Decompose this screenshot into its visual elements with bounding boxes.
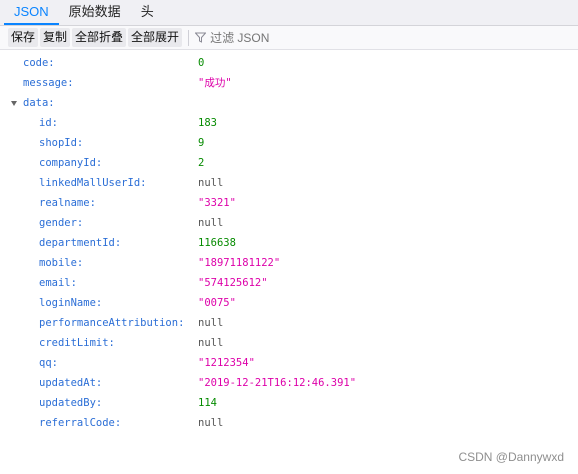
json-value: 183 xyxy=(198,117,217,129)
copy-button[interactable]: 复制 xyxy=(40,28,71,47)
json-value: null xyxy=(198,317,224,329)
json-row: message: "成功" xyxy=(0,73,578,93)
json-value: "18971181122" xyxy=(198,257,281,269)
save-button[interactable]: 保存 xyxy=(8,28,39,47)
json-row: gender: null xyxy=(0,213,578,233)
json-value: "0075" xyxy=(198,297,236,309)
json-row: companyId: 2 xyxy=(0,153,578,173)
json-value: "3321" xyxy=(198,197,236,209)
json-value: null xyxy=(198,217,224,229)
json-key: companyId: xyxy=(39,157,103,169)
json-value: "2019-12-21T16:12:46.391" xyxy=(198,377,357,389)
json-key: updatedAt: xyxy=(39,377,103,389)
collapse-toggle-icon[interactable] xyxy=(11,101,17,106)
json-row: updatedBy: 114 xyxy=(0,393,578,413)
json-value: "1212354" xyxy=(198,357,255,369)
json-value: 9 xyxy=(198,137,205,149)
toolbar: 保存 复制 全部折叠 全部展开 xyxy=(0,26,578,50)
json-row: id: 183 xyxy=(0,113,578,133)
json-key: realname: xyxy=(39,197,96,209)
json-key: mobile: xyxy=(39,257,84,269)
viewer-tabs: JSON 原始数据 头 xyxy=(0,0,578,26)
expand-all-button[interactable]: 全部展开 xyxy=(128,28,183,47)
tab-raw-data[interactable]: 原始数据 xyxy=(59,1,131,25)
json-key: shopId: xyxy=(39,137,84,149)
json-value: null xyxy=(198,337,224,349)
json-key: qq: xyxy=(39,357,58,369)
json-row: linkedMallUserId: null xyxy=(0,173,578,193)
json-value: "574125612" xyxy=(198,277,268,289)
json-value: null xyxy=(198,417,224,429)
json-row: realname: "3321" xyxy=(0,193,578,213)
json-row: creditLimit: null xyxy=(0,333,578,353)
json-row: updatedAt: "2019-12-21T16:12:46.391" xyxy=(0,373,578,393)
funnel-icon xyxy=(195,32,207,43)
json-key: gender: xyxy=(39,217,84,229)
json-row: data: xyxy=(0,93,578,113)
json-row: departmentId: 116638 xyxy=(0,233,578,253)
json-row: mobile: "18971181122" xyxy=(0,253,578,273)
json-key: data: xyxy=(23,97,55,109)
json-tree: code: 0 message: "成功" data: id: 183 shopId: 9 com… xyxy=(0,50,578,433)
filter-json-input[interactable] xyxy=(210,30,331,45)
json-value: 116638 xyxy=(198,237,236,249)
json-key: creditLimit: xyxy=(39,337,115,349)
json-row: code: 0 xyxy=(0,53,578,73)
json-row: shopId: 9 xyxy=(0,133,578,153)
watermark: CSDN @Dannywxd xyxy=(458,450,564,464)
json-row: loginName: "0075" xyxy=(0,293,578,313)
json-row: qq: "1212354" xyxy=(0,353,578,373)
json-key: performanceAttribution: xyxy=(39,317,185,329)
json-key: code: xyxy=(23,57,55,69)
json-value: null xyxy=(198,177,224,189)
tab-json[interactable]: JSON xyxy=(4,1,59,25)
json-key: loginName: xyxy=(39,297,103,309)
json-value: 2 xyxy=(198,157,205,169)
json-value: 0 xyxy=(198,57,205,69)
json-row: email: "574125612" xyxy=(0,273,578,293)
collapse-all-button[interactable]: 全部折叠 xyxy=(72,28,127,47)
tab-headers[interactable]: 头 xyxy=(131,1,164,25)
json-row: performanceAttribution: null xyxy=(0,313,578,333)
json-value: 114 xyxy=(198,397,217,409)
json-key: id: xyxy=(39,117,58,129)
filter-box[interactable] xyxy=(195,30,331,45)
json-key: departmentId: xyxy=(39,237,122,249)
json-row: referralCode: null xyxy=(0,413,578,433)
json-key: referralCode: xyxy=(39,417,122,429)
toolbar-divider xyxy=(188,29,190,46)
json-value: "成功" xyxy=(198,77,232,89)
json-key: updatedBy: xyxy=(39,397,103,409)
json-key: email: xyxy=(39,277,77,289)
json-key: message: xyxy=(23,77,74,89)
json-key: linkedMallUserId: xyxy=(39,177,147,189)
